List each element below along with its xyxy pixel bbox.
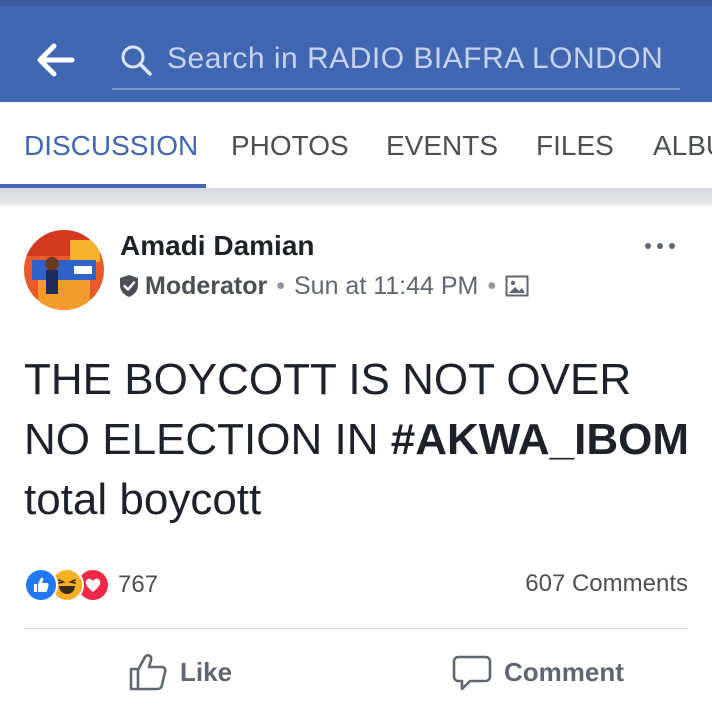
post-author[interactable]: Amadi Damian bbox=[120, 230, 315, 262]
like-reaction-icon bbox=[24, 568, 58, 602]
avatar[interactable] bbox=[24, 230, 104, 310]
tab-files[interactable]: FILES bbox=[536, 130, 614, 162]
like-button[interactable]: Like bbox=[128, 650, 232, 694]
reactions-summary[interactable]: 767 bbox=[24, 566, 158, 604]
post-body-line: total boycott bbox=[24, 475, 262, 524]
more-dots-icon[interactable] bbox=[640, 236, 680, 256]
tab-discussion[interactable]: DISCUSSION bbox=[24, 130, 198, 162]
post-body-line: NO ELECTION IN #AKWA_IBOM bbox=[24, 410, 704, 470]
moderator-badge: Moderator bbox=[145, 271, 268, 300]
comment-button-label: Comment bbox=[504, 656, 624, 687]
actions-divider bbox=[24, 628, 688, 629]
separator-dot: • bbox=[487, 271, 497, 300]
comment-count[interactable]: 607 Comments bbox=[525, 570, 688, 598]
tab-events[interactable]: EVENTS bbox=[386, 130, 498, 162]
tabs-divider bbox=[0, 188, 712, 206]
hashtag-link[interactable]: #AKWA_IBOM bbox=[391, 415, 689, 464]
post-body-text: NO ELECTION IN bbox=[24, 415, 391, 464]
post-meta: Moderator • Sun at 11:44 PM • bbox=[118, 270, 529, 302]
group-tabs: DISCUSSION PHOTOS EVENTS FILES ALBU bbox=[0, 102, 712, 190]
post-timestamp[interactable]: Sun at 11:44 PM bbox=[294, 272, 478, 301]
top-bar: Search in RADIO BIAFRA LONDON bbox=[0, 0, 712, 102]
separator-dot: • bbox=[276, 271, 285, 300]
post-card: Amadi Damian Moderator • Sun at 11:44 PM… bbox=[0, 206, 712, 715]
tab-albums[interactable]: ALBU bbox=[653, 130, 712, 162]
tab-photos[interactable]: PHOTOS bbox=[231, 130, 349, 162]
comment-bubble-icon bbox=[452, 655, 492, 691]
back-arrow-icon[interactable] bbox=[36, 42, 76, 78]
like-button-label: Like bbox=[180, 656, 233, 687]
search-placeholder: Search in RADIO BIAFRA LONDON bbox=[167, 42, 664, 75]
post-body-line: THE BOYCOTT IS NOT OVER bbox=[24, 355, 632, 404]
photo-icon bbox=[505, 275, 529, 297]
comment-button[interactable]: Comment bbox=[452, 650, 624, 694]
post-body: THE BOYCOTT IS NOT OVER NO ELECTION IN #… bbox=[24, 350, 704, 530]
moderator-shield-icon bbox=[120, 275, 138, 297]
search-input[interactable]: Search in RADIO BIAFRA LONDON bbox=[112, 36, 680, 90]
thumbs-up-icon bbox=[129, 654, 167, 691]
search-icon bbox=[118, 42, 154, 78]
reaction-count: 767 bbox=[118, 571, 159, 598]
